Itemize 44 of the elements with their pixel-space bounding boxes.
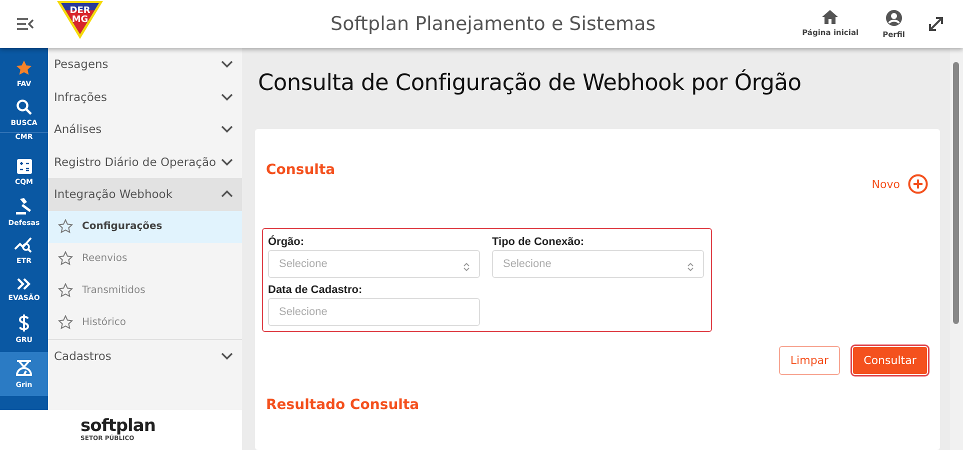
app-title: Softplan Planejamento e Sistemas	[330, 13, 657, 35]
menu-item[interactable]: Cadastros	[54, 348, 112, 363]
expand-icon[interactable]	[927, 15, 945, 33]
add-icon[interactable]	[908, 174, 928, 194]
expand-chevron-icon[interactable]	[221, 158, 233, 166]
search-button[interactable]: Consultar	[852, 346, 928, 375]
scale-icon	[15, 359, 33, 377]
star-icon[interactable]	[58, 315, 73, 330]
profile-icon	[884, 9, 903, 27]
menu-item[interactable]: Pesagens	[54, 57, 108, 72]
star-icon[interactable]	[58, 251, 73, 266]
dollar-icon	[18, 314, 30, 332]
section-title: Consulta	[266, 162, 336, 178]
submenu-item[interactable]: Configurações	[48, 210, 242, 242]
brand-logo: softplan	[80, 418, 156, 435]
page-title: Consulta de Configuração de Webhook por Órgão	[258, 70, 802, 98]
star-icon[interactable]	[58, 283, 73, 298]
double-chevron-icon	[17, 278, 31, 290]
calculator-icon	[16, 159, 32, 174]
field-label: Data de Cadastro:	[268, 284, 362, 296]
field-label: Órgão:	[268, 236, 304, 248]
star-icon	[16, 60, 32, 76]
menu-toggle-icon[interactable]	[16, 17, 34, 31]
field-label: Tipo de Conexão:	[492, 236, 584, 248]
select-field[interactable]: Selecione	[268, 250, 480, 278]
menu-item[interactable]: Infrações	[54, 90, 107, 104]
select-field[interactable]: Selecione	[492, 250, 704, 278]
star-icon[interactable]	[58, 219, 73, 234]
scrollbar[interactable]	[950, 48, 963, 450]
collapse-chevron-icon[interactable]	[221, 190, 233, 198]
search-icon	[16, 98, 32, 114]
expand-chevron-icon[interactable]	[221, 92, 233, 101]
expand-chevron-icon[interactable]	[221, 125, 233, 134]
home-icon	[821, 9, 840, 25]
clear-button[interactable]: Limpar	[779, 346, 840, 375]
menu-item[interactable]: Registro Diário de Operação	[54, 154, 216, 169]
menu-item[interactable]: Análises	[54, 122, 102, 136]
expand-chevron-icon[interactable]	[221, 60, 233, 68]
expand-chevron-icon[interactable]	[221, 352, 233, 360]
section-title: Resultado Consulta	[266, 397, 420, 413]
date-field[interactable]: Selecione	[268, 298, 480, 326]
new-button[interactable]: Novo	[872, 174, 928, 194]
chart-search-icon	[14, 236, 34, 252]
gavel-icon	[15, 196, 33, 214]
